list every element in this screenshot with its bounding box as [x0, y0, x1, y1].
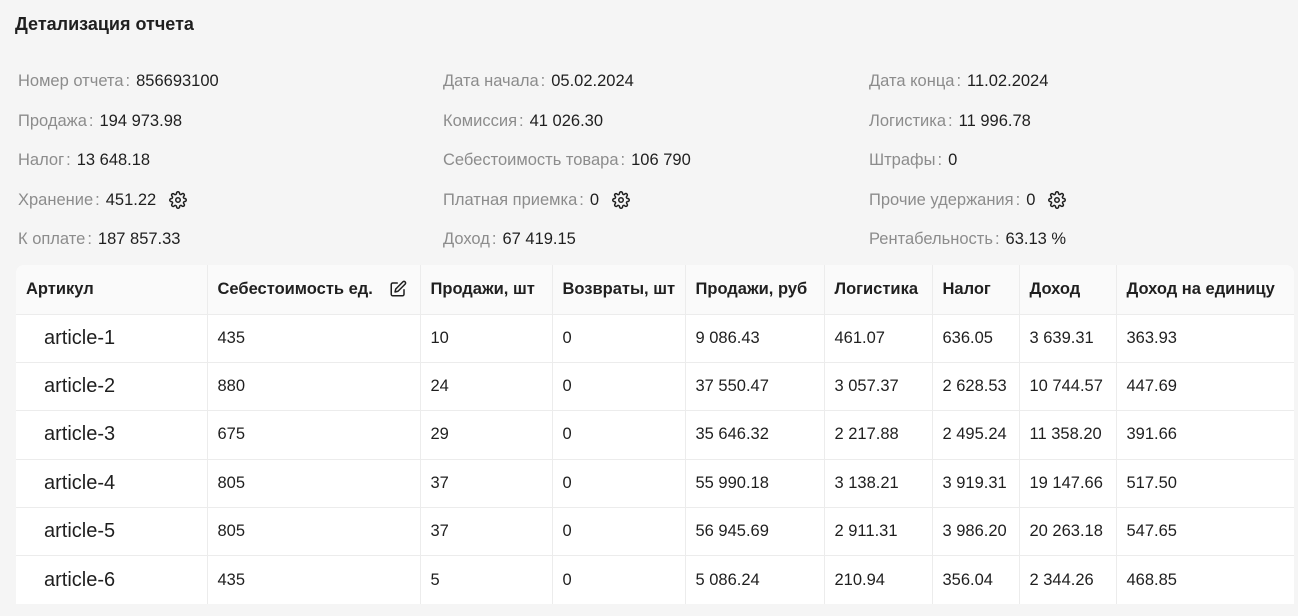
cell-unit-cost: 435	[207, 314, 421, 363]
cell-sales-qty: 29	[420, 410, 553, 460]
cell-sales-rub: 37 550.47	[685, 362, 825, 412]
cell-income-per-unit: 447.69	[1116, 362, 1294, 412]
cell-income-per-unit: 468.85	[1116, 555, 1294, 604]
cell-tax: 636.05	[932, 314, 1020, 363]
detail-other-deductions: Прочие удержания:0	[869, 181, 1289, 221]
cell-income: 10 744.57	[1019, 362, 1117, 412]
cell-income: 11 358.20	[1019, 410, 1117, 460]
cell-sales-rub: 5 086.24	[685, 555, 825, 604]
cell-logistics: 2 911.31	[824, 507, 933, 557]
cell-returns-qty: 0	[552, 314, 686, 363]
table-row: article-5 805 37 0 56 945.69 2 911.31 3 …	[16, 507, 1294, 557]
cell-unit-cost: 675	[207, 410, 421, 460]
cell-sales-rub: 56 945.69	[685, 507, 825, 557]
details-column-1: Номер отчета:856693100 Продажа:194 973.9…	[18, 62, 438, 260]
column-header-sales-rub[interactable]: Продажи, руб	[685, 265, 825, 315]
cell-sales-qty: 24	[420, 362, 553, 412]
cell-sales-qty: 5	[420, 555, 553, 604]
cell-tax: 2 495.24	[932, 410, 1020, 460]
table-row: article-6 435 5 0 5 086.24 210.94 356.04…	[16, 555, 1294, 604]
cell-logistics: 3 138.21	[824, 459, 933, 509]
cell-sales-rub: 9 086.43	[685, 314, 825, 363]
cell-income: 20 263.18	[1019, 507, 1117, 557]
detail-tax: Налог:13 648.18	[18, 151, 151, 170]
report-details: Номер отчета:856693100 Продажа:194 973.9…	[18, 62, 1288, 262]
detail-cost-of-goods: Себестоимость товара:106 790	[443, 151, 691, 170]
detail-to-pay: К оплате:187 857.33	[18, 230, 181, 249]
cell-income-per-unit: 363.93	[1116, 314, 1294, 363]
cell-sales-qty: 37	[420, 507, 553, 557]
cell-article: article-4	[16, 459, 208, 509]
cell-returns-qty: 0	[552, 507, 686, 557]
cell-logistics: 210.94	[824, 555, 933, 604]
cell-income-per-unit: 547.65	[1116, 507, 1294, 557]
table-row: article-3 675 29 0 35 646.32 2 217.88 2 …	[16, 410, 1294, 460]
column-header-returns-qty[interactable]: Возвраты, шт	[552, 265, 686, 315]
articles-table: Артикул Себестоимость ед. Продажи, шт Во…	[16, 265, 1294, 604]
detail-sales: Продажа:194 973.98	[18, 111, 183, 130]
gear-icon[interactable]	[168, 190, 188, 210]
edit-icon[interactable]	[389, 280, 407, 298]
detail-paid-acceptance: Платная приемка:0	[443, 181, 863, 221]
cell-returns-qty: 0	[552, 410, 686, 460]
column-header-label: Себестоимость ед.	[217, 279, 373, 298]
cell-logistics: 2 217.88	[824, 410, 933, 460]
cell-unit-cost: 880	[207, 362, 421, 412]
detail-fines: Штрафы:0	[869, 151, 958, 170]
cell-article: article-2	[16, 362, 208, 412]
cell-logistics: 461.07	[824, 314, 933, 363]
cell-income: 2 344.26	[1019, 555, 1117, 604]
cell-unit-cost: 805	[207, 459, 421, 509]
cell-sales-qty: 10	[420, 314, 553, 363]
cell-sales-rub: 35 646.32	[685, 410, 825, 460]
column-header-unit-cost[interactable]: Себестоимость ед.	[207, 265, 421, 315]
detail-income: Доход:67 419.15	[443, 230, 576, 249]
cell-unit-cost: 805	[207, 507, 421, 557]
cell-article: article-1	[16, 314, 208, 363]
cell-unit-cost: 435	[207, 555, 421, 604]
cell-sales-rub: 55 990.18	[685, 459, 825, 509]
cell-returns-qty: 0	[552, 459, 686, 509]
details-column-2: Дата начала:05.02.2024 Комиссия:41 026.3…	[443, 62, 863, 260]
cell-tax: 3 919.31	[932, 459, 1020, 509]
column-header-logistics[interactable]: Логистика	[824, 265, 933, 315]
detail-storage: Хранение:451.22	[18, 181, 438, 221]
cell-income: 19 147.66	[1019, 459, 1117, 509]
cell-income-per-unit: 517.50	[1116, 459, 1294, 509]
cell-returns-qty: 0	[552, 555, 686, 604]
cell-article: article-3	[16, 410, 208, 460]
details-column-3: Дата конца:11.02.2024 Логистика:11 996.7…	[869, 62, 1289, 260]
cell-tax: 2 628.53	[932, 362, 1020, 412]
column-header-income-per-unit[interactable]: Доход на единицу	[1116, 265, 1294, 315]
detail-logistics: Логистика:11 996.78	[869, 111, 1031, 130]
column-header-income[interactable]: Доход	[1019, 265, 1117, 315]
detail-report-number: Номер отчета:856693100	[18, 72, 219, 91]
table-header-row: Артикул Себестоимость ед. Продажи, шт Во…	[16, 265, 1294, 315]
column-header-sales-qty[interactable]: Продажи, шт	[420, 265, 553, 315]
table-row: article-1 435 10 0 9 086.43 461.07 636.0…	[16, 314, 1294, 363]
cell-logistics: 3 057.37	[824, 362, 933, 412]
cell-tax: 356.04	[932, 555, 1020, 604]
detail-commission: Комиссия:41 026.30	[443, 111, 604, 130]
cell-tax: 3 986.20	[932, 507, 1020, 557]
page-title: Детализация отчета	[15, 14, 194, 34]
detail-start-date: Дата начала:05.02.2024	[443, 72, 634, 91]
column-header-article[interactable]: Артикул	[16, 265, 208, 315]
gear-icon[interactable]	[1047, 190, 1067, 210]
column-header-tax[interactable]: Налог	[932, 265, 1020, 315]
detail-end-date: Дата конца:11.02.2024	[869, 72, 1049, 91]
cell-article: article-5	[16, 507, 208, 557]
table-row: article-2 880 24 0 37 550.47 3 057.37 2 …	[16, 362, 1294, 412]
cell-sales-qty: 37	[420, 459, 553, 509]
cell-article: article-6	[16, 555, 208, 604]
table-row: article-4 805 37 0 55 990.18 3 138.21 3 …	[16, 459, 1294, 509]
cell-returns-qty: 0	[552, 362, 686, 412]
cell-income-per-unit: 391.66	[1116, 410, 1294, 460]
detail-profitability: Рентабельность:63.13 %	[869, 230, 1067, 249]
cell-income: 3 639.31	[1019, 314, 1117, 363]
gear-icon[interactable]	[611, 190, 631, 210]
